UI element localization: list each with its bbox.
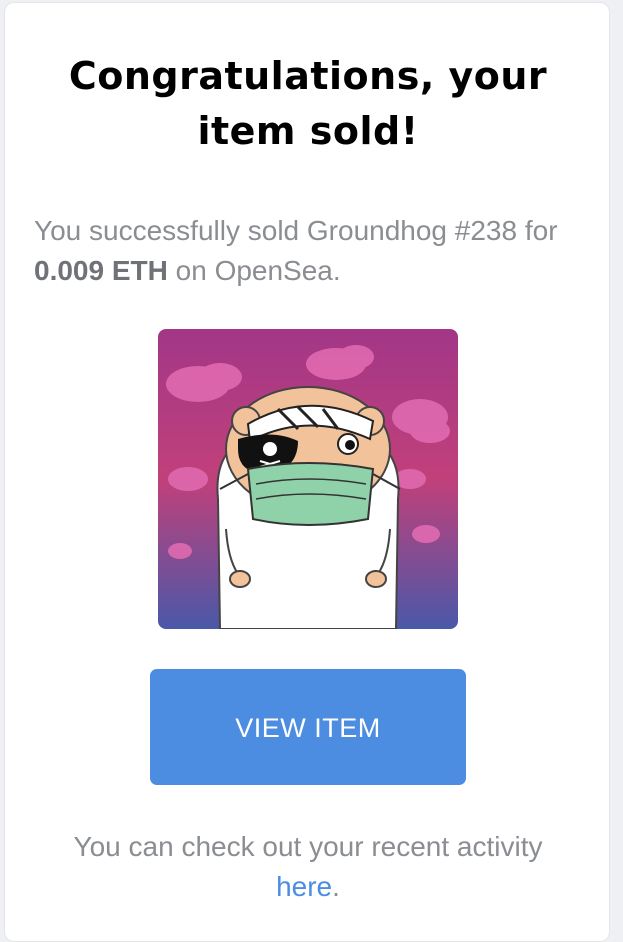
footer-text: You can check out your recent activity h… — [5, 827, 611, 907]
footer-period: . — [332, 871, 340, 902]
title-line-2: item sold! — [197, 109, 419, 153]
desc-suffix: on OpenSea. — [167, 255, 341, 286]
email-card: Congratulations, your item sold! You suc… — [4, 2, 610, 942]
title-line-1: Congratulations, your — [68, 54, 548, 98]
activity-link[interactable]: here — [276, 871, 332, 902]
pirate-groundhog-nft-icon — [158, 329, 458, 629]
desc-prefix: You successfully sold Groundhog #238 for — [34, 215, 558, 246]
sale-description: You successfully sold Groundhog #238 for… — [34, 211, 594, 291]
footer-prefix: You can check out your recent activity — [73, 831, 543, 862]
page-title: Congratulations, your item sold! — [5, 49, 611, 159]
view-item-button[interactable]: VIEW ITEM — [150, 669, 466, 785]
sale-price: 0.009 ETH — [34, 255, 168, 286]
